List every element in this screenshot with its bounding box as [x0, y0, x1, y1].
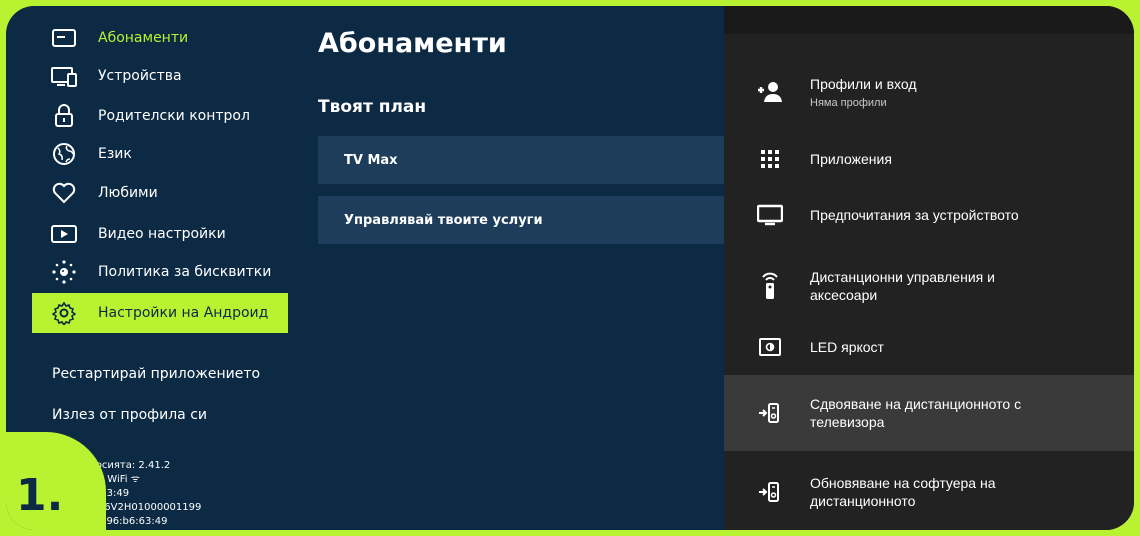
pair-remote-icon	[752, 395, 788, 431]
remote-icon	[752, 268, 788, 304]
sidebar-item-label: Родителски контрол	[98, 108, 250, 124]
settings-item-led-brightness[interactable]: LED яркост	[724, 324, 1134, 370]
globe-icon	[50, 140, 78, 168]
settings-sidebar: Абонаменти Устройства Родителски контрол…	[6, 6, 306, 530]
plan-row-tv-max[interactable]: TV Max	[318, 136, 738, 184]
settings-item-sub: Няма профили	[810, 97, 887, 109]
play-icon	[50, 220, 78, 248]
cookie-icon	[50, 258, 78, 286]
settings-item-pair-remote[interactable]: Сдвояване на дистанционното с телевизора	[724, 375, 1134, 451]
plan-heading: Твоят план	[318, 97, 427, 117]
devices-icon	[50, 62, 78, 90]
gear-icon	[50, 299, 78, 327]
subscriptions-icon	[50, 24, 78, 52]
sidebar-item-devices[interactable]: Устройства	[32, 59, 288, 93]
plan-row-label: TV Max	[344, 152, 398, 168]
lock-icon	[50, 102, 78, 130]
sidebar-item-language[interactable]: Език	[32, 137, 288, 171]
sidebar-item-label: Устройства	[98, 68, 182, 84]
sidebar-item-label: Видео настройки	[98, 226, 226, 242]
restart-app-link[interactable]: Рестартирай приложението	[52, 366, 260, 382]
sidebar-item-cookie-policy[interactable]: Политика за бисквитки	[32, 255, 288, 289]
sidebar-item-label: Настройки на Андроид	[98, 305, 269, 321]
sidebar-item-subscriptions[interactable]: Абонаменти	[32, 21, 288, 55]
sidebar-item-label: Любими	[98, 185, 158, 201]
settings-item-label: Сдвояване на дистанционното с	[810, 396, 1022, 412]
sidebar-item-favorites[interactable]: Любими	[32, 176, 288, 210]
tv-frame: Абонаменти Устройства Родителски контрол…	[0, 0, 1140, 536]
add-person-icon	[752, 74, 788, 110]
settings-item-remotes[interactable]: Дистанционни управления и аксесоари	[724, 256, 1134, 316]
update-remote-icon	[752, 474, 788, 510]
tv-screen: Абонаменти Устройства Родителски контрол…	[6, 6, 1134, 530]
settings-item-label: Дистанционни управления и	[810, 269, 995, 285]
logout-link[interactable]: Излез от профила си	[52, 407, 207, 423]
tv-icon	[752, 197, 788, 233]
sidebar-item-parental-control[interactable]: Родителски контрол	[32, 99, 288, 133]
settings-item-apps[interactable]: Приложения	[724, 136, 1134, 182]
sidebar-item-android-settings[interactable]: Настройки на Андроид	[32, 293, 288, 333]
manage-services-row[interactable]: Управлявай твоите услуги	[318, 196, 738, 244]
step-number: 1.	[16, 470, 64, 521]
settings-item-label: LED яркост	[810, 339, 884, 355]
heart-icon	[50, 179, 78, 207]
settings-item-label: Профили и вход	[810, 76, 917, 92]
settings-item-label-line2: аксесоари	[810, 287, 878, 303]
sidebar-item-label: Абонаменти	[98, 30, 189, 46]
sidebar-item-label: Език	[98, 146, 132, 162]
settings-item-update-remote[interactable]: Обновяване на софтуера на дистанционното	[724, 462, 1134, 522]
apps-grid-icon	[752, 141, 788, 177]
plan-row-label: Управлявай твоите услуги	[344, 212, 543, 228]
settings-item-profiles[interactable]: Профили и вход Няма профили	[724, 62, 1134, 122]
settings-item-label-line2: телевизора	[810, 414, 885, 430]
sidebar-item-video-settings[interactable]: Видео настройки	[32, 217, 288, 251]
android-settings-panel: Профили и вход Няма профили Приложения П…	[724, 6, 1134, 530]
settings-item-device-preferences[interactable]: Предпочитания за устройството	[724, 192, 1134, 238]
settings-item-label-line2: дистанционното	[810, 493, 916, 509]
page-title: Абонаменти	[318, 28, 507, 59]
settings-item-label: Предпочитания за устройството	[810, 207, 1019, 223]
sidebar-item-label: Политика за бисквитки	[98, 264, 272, 280]
settings-item-label: Приложения	[810, 151, 892, 167]
panel-header	[724, 6, 1134, 34]
settings-item-label: Обновяване на софтуера на	[810, 475, 996, 491]
brightness-icon	[752, 329, 788, 365]
